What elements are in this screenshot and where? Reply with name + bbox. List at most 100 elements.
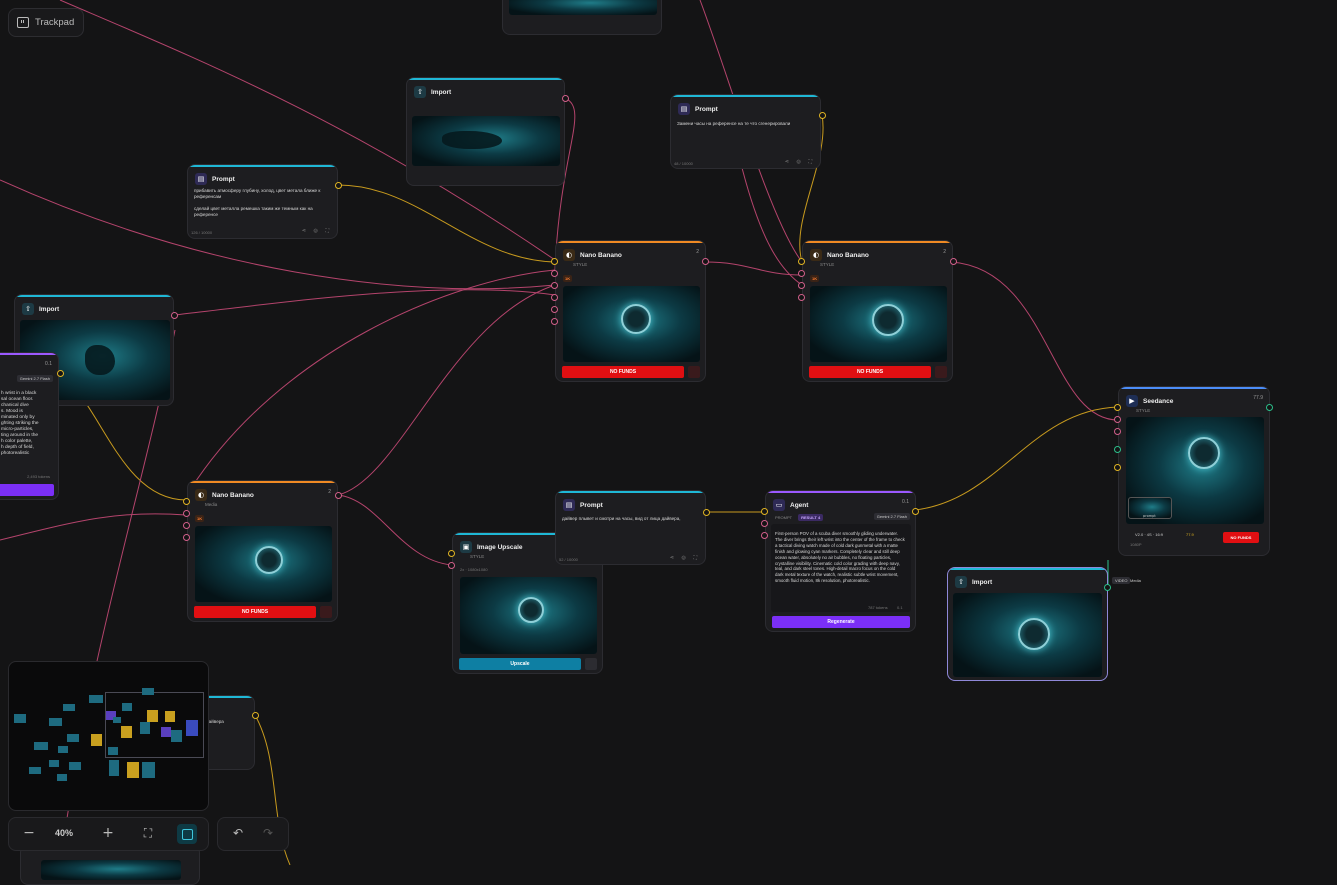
small-cost: 0.1 (897, 605, 903, 610)
input-port[interactable] (551, 282, 558, 289)
no-funds-button[interactable]: NO FUNDS (809, 366, 931, 378)
upscale-button[interactable]: Upscale (459, 658, 581, 670)
input-port[interactable] (183, 498, 190, 505)
nano-banano-node-right[interactable]: ◐ Nano Banano STYLE 2 1K NO FUNDS (802, 240, 953, 382)
node-preview-image (509, 0, 657, 15)
regenerate-button[interactable] (0, 484, 54, 496)
prompt-thumbnail[interactable]: prompt (1128, 497, 1172, 519)
output-port[interactable] (950, 258, 957, 265)
output-port[interactable] (335, 182, 342, 189)
nano-banano-node-center[interactable]: ◐ Nano Banano STYLE 2 1K NO FUNDS (555, 240, 706, 382)
input-port[interactable] (448, 550, 455, 557)
delete-icon[interactable] (688, 366, 700, 378)
input-port[interactable] (1114, 464, 1121, 471)
import-node-top[interactable]: ⇧ Import (406, 77, 565, 186)
input-port[interactable] (1114, 404, 1121, 411)
regenerate-button[interactable]: Regenerate (772, 616, 910, 628)
agent-node[interactable]: ▭ Agent 0.1 PROMPT RESULT 4 Gemini 2.7 F… (765, 490, 916, 632)
input-port[interactable] (448, 562, 455, 569)
input-port[interactable] (761, 520, 768, 527)
upload-icon: ⇧ (955, 576, 967, 588)
fit-view-icon[interactable]: ⛶ (139, 826, 157, 841)
node-title: Import (39, 305, 60, 313)
input-port[interactable] (798, 258, 805, 265)
delete-icon[interactable] (935, 366, 947, 378)
input-port[interactable] (1114, 446, 1121, 453)
prompt-text[interactable]: Замени часы на референсе на те что сгене… (677, 121, 805, 127)
delete-icon[interactable] (320, 606, 332, 618)
zoom-level[interactable]: 40% (55, 828, 73, 838)
output-port[interactable] (1266, 404, 1273, 411)
node-preview-image (412, 116, 560, 166)
no-funds-button[interactable]: NO FUNDS (194, 606, 316, 618)
banana-icon: ◐ (195, 489, 207, 501)
input-port[interactable] (1114, 416, 1121, 423)
model-badge[interactable]: Gemini 2.7 Flash (873, 513, 910, 520)
output-port[interactable] (703, 509, 710, 516)
chat-icon: ▭ (773, 499, 785, 511)
no-funds-button[interactable]: NO FUNDS (562, 366, 684, 378)
node-subtitle: STYLE (820, 262, 835, 267)
zoom-in-button[interactable]: + (99, 825, 117, 841)
tab-result[interactable]: RESULT 4 (798, 514, 824, 521)
banana-icon: ◐ (563, 249, 575, 261)
input-port[interactable] (183, 522, 190, 529)
node-title: Import (431, 88, 452, 96)
node-title: Agent (790, 501, 809, 509)
resolution-tag[interactable]: 1K (195, 515, 205, 522)
output-port[interactable] (335, 492, 342, 499)
input-port[interactable] (551, 270, 558, 277)
output-port[interactable] (252, 712, 259, 719)
redo-icon[interactable]: ↷ (259, 826, 277, 840)
nano-banano-node-lower[interactable]: ◐ Nano Banano Media 2 1K NO FUNDS (187, 480, 338, 622)
wire (337, 494, 453, 566)
prompt-node-top-right[interactable]: ▤ Prompt Замени часы на референсе на те … (670, 94, 821, 169)
minimap[interactable] (8, 661, 209, 811)
input-port[interactable] (761, 532, 768, 539)
input-port[interactable] (551, 306, 558, 313)
output-port[interactable] (171, 312, 178, 319)
resolution-tag[interactable]: 1K (810, 275, 820, 282)
tab-prompt[interactable]: PROMPT (773, 514, 794, 521)
node-cost: 0.1 (902, 499, 909, 505)
prompt-text[interactable]: дайвер плывет и смотри на часы, вид от л… (562, 516, 690, 522)
video-settings[interactable]: V2.0 · 4S · 16:9 (1135, 532, 1163, 537)
wire (914, 406, 1119, 511)
no-funds-button[interactable]: NO FUNDS (1223, 532, 1259, 543)
zoom-out-button[interactable]: − (20, 825, 38, 841)
delete-icon[interactable] (585, 658, 597, 670)
output-port[interactable] (57, 370, 64, 377)
input-port[interactable] (551, 318, 558, 325)
output-port[interactable] (562, 95, 569, 102)
input-port[interactable] (183, 534, 190, 541)
document-icon: ▤ (195, 173, 207, 185)
prompt-node-left[interactable]: ▤ Prompt прибавить атмосферу глубину, хо… (187, 164, 338, 239)
seedance-node[interactable]: ▶ Seedance STYLE 77.9 prompt V2.0 · 4S ·… (1118, 386, 1270, 556)
minimap-toggle-icon[interactable] (177, 824, 197, 844)
resolution-tag[interactable]: 1K (563, 275, 573, 282)
input-port[interactable] (551, 258, 558, 265)
input-port[interactable] (798, 294, 805, 301)
character-count: 52 / 10000 (559, 557, 578, 562)
output-port[interactable] (819, 112, 826, 119)
undo-icon[interactable]: ↶ (229, 826, 247, 840)
input-port[interactable] (551, 294, 558, 301)
trackpad-toggle[interactable]: Trackpad (8, 8, 84, 37)
agent-node-left-partial[interactable]: 0.1 Gemini 2.7 Flash h wrist in a black … (0, 352, 59, 500)
output-port[interactable] (1104, 584, 1111, 591)
prompt-node-middle[interactable]: ▤ Prompt дайвер плывет и смотри на часы,… (555, 490, 706, 565)
model-badge[interactable]: Gemini 2.7 Flash (16, 375, 53, 382)
zoom-controls: − 40% + ⛶ (8, 817, 209, 851)
prompt-text[interactable]: прибавить атмосферу глубину, холод, цвет… (194, 188, 322, 218)
input-port[interactable] (761, 508, 768, 515)
output-port[interactable] (912, 508, 919, 515)
output-port[interactable] (702, 258, 709, 265)
character-count: 126 / 10000 (191, 230, 213, 235)
input-port[interactable] (798, 270, 805, 277)
input-port[interactable] (183, 510, 190, 517)
input-port[interactable] (798, 282, 805, 289)
import-node-right[interactable]: ⇧ Import (947, 567, 1108, 681)
partial-node-bottom-left[interactable] (20, 845, 200, 885)
input-port[interactable] (1114, 428, 1121, 435)
partial-node-top[interactable] (502, 0, 662, 35)
